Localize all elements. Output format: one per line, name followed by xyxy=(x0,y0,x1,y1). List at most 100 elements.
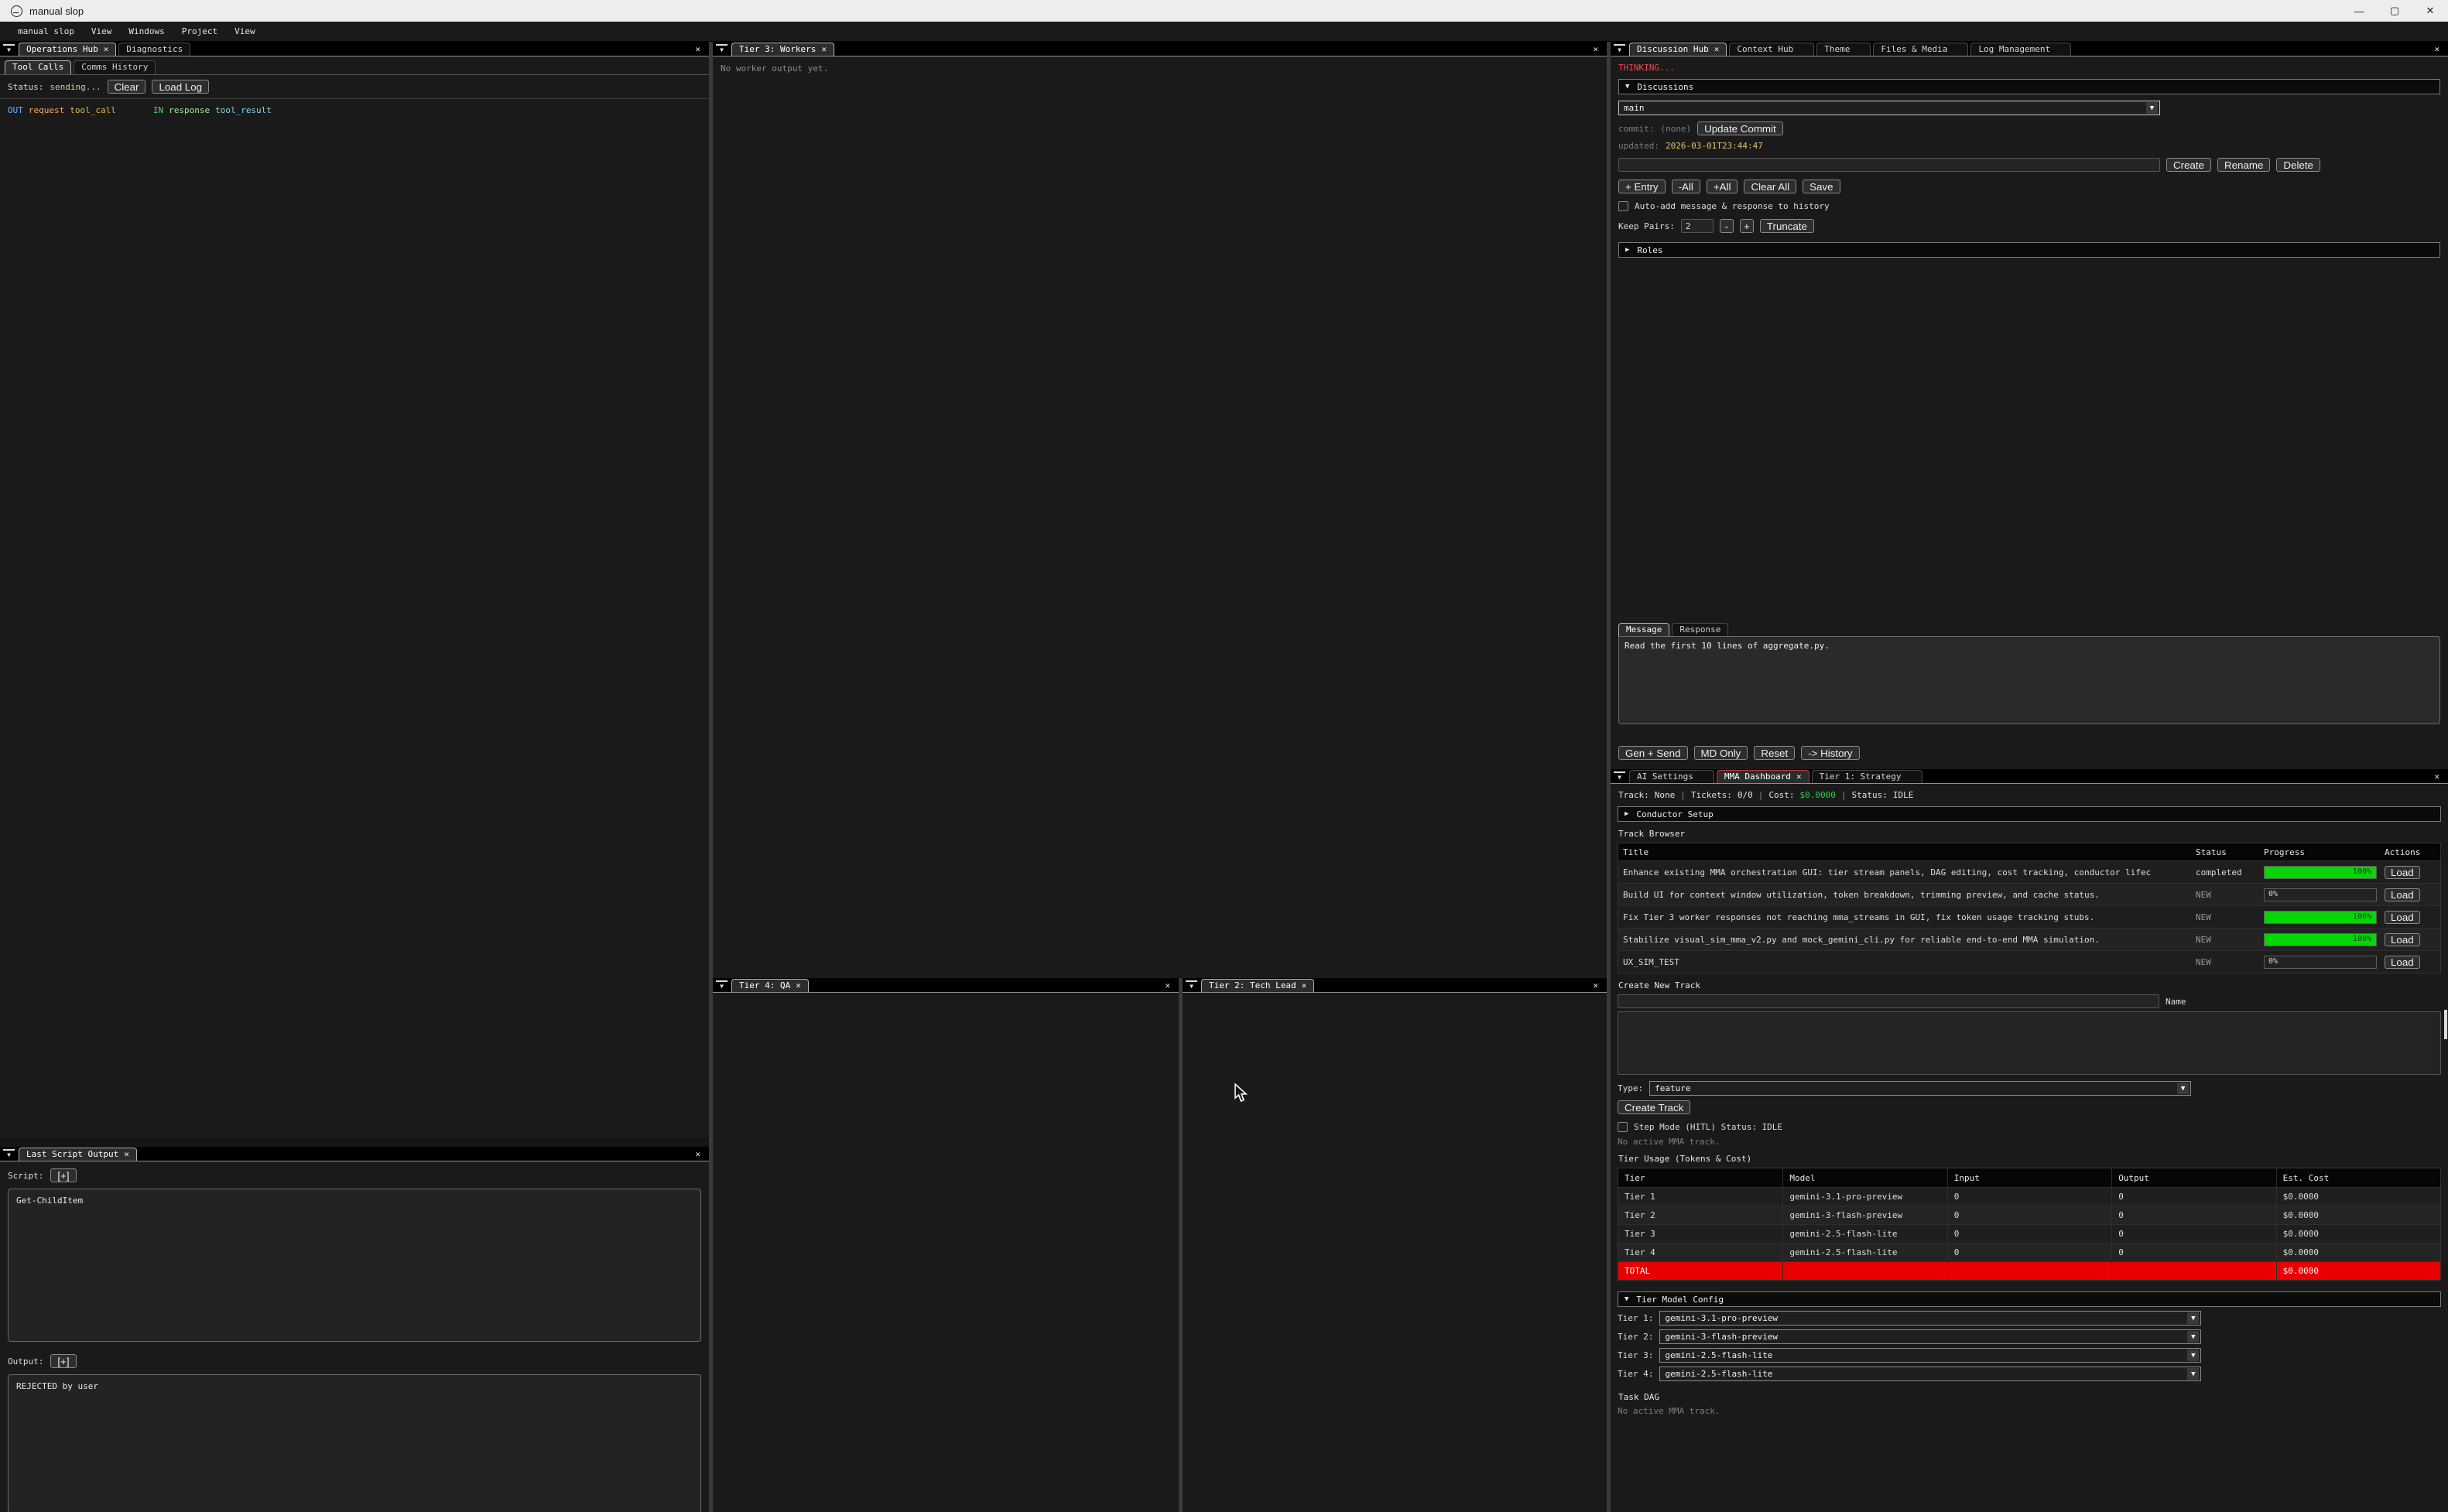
tab-ai-settings[interactable]: AI Settings xyxy=(1629,770,1714,783)
load-track-button[interactable]: Load xyxy=(2385,933,2420,946)
minimize-button[interactable]: — xyxy=(2341,0,2377,22)
clear-all-button[interactable]: Clear All xyxy=(1744,180,1796,193)
dock-icon[interactable]: ▼ xyxy=(3,44,15,53)
panel-close-icon[interactable]: ✕ xyxy=(1587,44,1604,56)
add-entry-button[interactable]: + Entry xyxy=(1618,180,1666,193)
auto-add-checkbox[interactable] xyxy=(1618,201,1628,211)
tab-mma-dashboard[interactable]: MMA Dashboard ✕ xyxy=(1717,770,1809,783)
dock-icon[interactable]: ▼ xyxy=(1186,980,1197,990)
dock-icon[interactable]: ▼ xyxy=(1614,44,1625,53)
close-button[interactable]: ✕ xyxy=(2412,0,2448,22)
tab-tier2-tech-lead[interactable]: Tier 2: Tech Lead ✕ xyxy=(1201,979,1314,992)
tab-discussion-hub[interactable]: Discussion Hub ✕ xyxy=(1629,43,1727,56)
tab-context-hub[interactable]: Context Hub xyxy=(1729,43,1814,56)
tab-response[interactable]: Response xyxy=(1672,623,1728,637)
menu-project[interactable]: Project xyxy=(175,25,224,38)
tier3-model-select[interactable]: gemini-2.5-flash-lite ▼ xyxy=(1659,1348,2201,1363)
tab-files-media[interactable]: Files & Media xyxy=(1873,43,1968,56)
reset-button[interactable]: Reset xyxy=(1754,746,1795,760)
panel-close-icon[interactable]: ✕ xyxy=(2429,771,2445,783)
roles-section-header[interactable]: ▶ Roles xyxy=(1618,242,2440,258)
menu-app[interactable]: manual slop xyxy=(11,25,81,38)
tab-diagnostics[interactable]: Diagnostics xyxy=(118,43,190,56)
tab-log-management[interactable]: Log Management xyxy=(1970,43,2071,56)
tab-tier4-qa[interactable]: Tier 4: QA ✕ xyxy=(731,979,809,992)
dock-icon[interactable]: ▼ xyxy=(1614,771,1625,781)
load-track-button[interactable]: Load xyxy=(2385,866,2420,879)
scrollbar-thumb[interactable] xyxy=(2444,1010,2447,1039)
col-actions: Actions xyxy=(2380,847,2440,857)
mma-tabbar: ▼ AI Settings MMA Dashboard ✕ Tier 1: St… xyxy=(1611,769,2448,784)
dock-icon[interactable]: ▼ xyxy=(3,1149,15,1158)
menu-windows[interactable]: Windows xyxy=(122,25,171,38)
discussion-name-input[interactable] xyxy=(1618,158,2160,172)
tier4-model-select[interactable]: gemini-2.5-flash-lite ▼ xyxy=(1659,1367,2201,1381)
create-discussion-button[interactable]: Create xyxy=(2166,158,2211,172)
rename-discussion-button[interactable]: Rename xyxy=(2217,158,2270,172)
load-track-button[interactable]: Load xyxy=(2385,888,2420,901)
load-track-button[interactable]: Load xyxy=(2385,956,2420,969)
maximize-button[interactable]: ▢ xyxy=(2377,0,2412,22)
truncate-button[interactable]: Truncate xyxy=(1760,219,1814,233)
tab-close-icon[interactable]: ✕ xyxy=(821,44,827,54)
load-log-button[interactable]: Load Log xyxy=(152,80,209,94)
expand-icon: ▶ xyxy=(1625,810,1628,818)
tab-close-icon[interactable]: ✕ xyxy=(796,980,801,990)
track-type-select[interactable]: feature ▼ xyxy=(1649,1081,2191,1096)
md-only-button[interactable]: MD Only xyxy=(1694,746,1748,760)
message-textarea[interactable]: Read the first 10 lines of aggregate.py. xyxy=(1618,636,2440,724)
new-track-description-textarea[interactable] xyxy=(1618,1011,2441,1075)
script-expand-button[interactable]: [+] xyxy=(50,1168,76,1182)
tab-last-script-output[interactable]: Last Script Output ✕ xyxy=(19,1148,137,1161)
tab-close-icon[interactable]: ✕ xyxy=(1302,980,1307,990)
menu-view-1[interactable]: View xyxy=(84,25,119,38)
plus-all-button[interactable]: +All xyxy=(1707,180,1738,193)
subtab-tool-calls[interactable]: Tool Calls xyxy=(5,60,71,74)
panel-close-icon[interactable]: ✕ xyxy=(690,44,706,56)
keep-pairs-input[interactable] xyxy=(1681,219,1714,233)
discussion-select[interactable]: main ▼ xyxy=(1618,101,2160,115)
minus-all-button[interactable]: -All xyxy=(1672,180,1700,193)
keep-pairs-plus-button[interactable]: + xyxy=(1740,219,1754,233)
tier-model-config-header[interactable]: ▼ Tier Model Config xyxy=(1618,1291,2441,1307)
panel-close-icon[interactable]: ✕ xyxy=(2429,44,2445,56)
update-commit-button[interactable]: Update Commit xyxy=(1697,121,1783,135)
dock-icon[interactable]: ▼ xyxy=(716,44,728,53)
tab-close-icon[interactable]: ✕ xyxy=(1714,44,1720,54)
tier1-model-select[interactable]: gemini-3.1-pro-preview ▼ xyxy=(1659,1311,2201,1326)
panel-close-icon[interactable]: ✕ xyxy=(1587,980,1604,992)
col-status: Status xyxy=(2191,847,2259,857)
step-mode-checkbox[interactable] xyxy=(1618,1122,1628,1132)
gen-send-button[interactable]: Gen + Send xyxy=(1618,746,1688,760)
output-expand-button[interactable]: [+] xyxy=(50,1354,76,1368)
operations-hub-panel: ▼ Operations Hub ✕ Diagnostics ✕ Tool Ca… xyxy=(0,42,709,1137)
tab-theme[interactable]: Theme xyxy=(1816,43,1871,56)
panel-close-icon[interactable]: ✕ xyxy=(690,1149,706,1161)
tab-tier3-workers[interactable]: Tier 3: Workers ✕ xyxy=(731,43,834,56)
conductor-setup-header[interactable]: ▶ Conductor Setup xyxy=(1618,806,2441,822)
total-cost: $0.0000 xyxy=(2276,1262,2440,1280)
tier2-model-select[interactable]: gemini-3-flash-preview ▼ xyxy=(1659,1329,2201,1344)
delete-discussion-button[interactable]: Delete xyxy=(2276,158,2320,172)
tab-close-icon[interactable]: ✕ xyxy=(124,1149,129,1159)
subtab-comms-history[interactable]: Comms History xyxy=(74,60,156,74)
keep-pairs-minus-button[interactable]: - xyxy=(1720,219,1734,233)
tab-message[interactable]: Message xyxy=(1618,623,1669,637)
load-track-button[interactable]: Load xyxy=(2385,911,2420,924)
tab-operations-hub[interactable]: Operations Hub ✕ xyxy=(19,43,116,56)
tab-close-icon[interactable]: ✕ xyxy=(104,44,109,54)
create-track-button[interactable]: Create Track xyxy=(1618,1100,1690,1114)
new-track-name-input[interactable] xyxy=(1618,994,2159,1008)
script-text-box[interactable]: Get-ChildItem xyxy=(8,1189,701,1342)
menu-view-2[interactable]: View xyxy=(228,25,262,38)
tab-tier1-strategy[interactable]: Tier 1: Strategy xyxy=(1812,770,1922,783)
panel-close-icon[interactable]: ✕ xyxy=(1159,980,1176,992)
to-history-button[interactable]: -> History xyxy=(1801,746,1859,760)
save-button[interactable]: Save xyxy=(1803,180,1840,193)
tier1-label: Tier 1: xyxy=(1618,1313,1653,1323)
dock-icon[interactable]: ▼ xyxy=(716,980,728,990)
discussions-section-header[interactable]: ▼ Discussions xyxy=(1618,79,2440,94)
tab-close-icon[interactable]: ✕ xyxy=(1796,771,1802,782)
output-text-box[interactable]: REJECTED by user xyxy=(8,1374,701,1512)
clear-button[interactable]: Clear xyxy=(108,80,146,94)
